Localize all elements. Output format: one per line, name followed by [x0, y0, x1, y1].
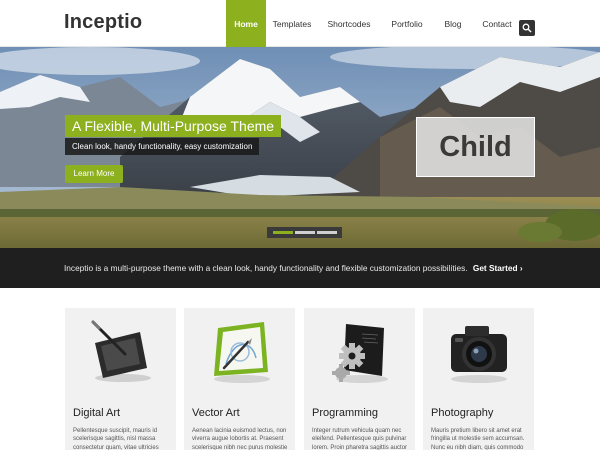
feature-text: Mauris pretium libero sit amet erat frin…: [431, 428, 525, 450]
nav-blog[interactable]: Blog: [434, 0, 472, 47]
camera-icon: [451, 326, 507, 383]
tagline-text: Inceptio is a multi-purpose theme with a…: [64, 263, 468, 273]
get-started-link[interactable]: Get Started ›: [473, 263, 523, 273]
drawing-tablet-icon: [91, 320, 151, 382]
hero-subtitle: Clean look, handy functionality, easy cu…: [65, 138, 260, 155]
nav-portfolio[interactable]: Portfolio: [380, 0, 434, 47]
feature-title: Photography: [431, 407, 494, 419]
site-logo[interactable]: Inceptio: [64, 11, 142, 34]
feature-card-vector-art[interactable]: Vector Art Aenean lacinia euismod lectus…: [184, 308, 295, 450]
nav-contact[interactable]: Contact: [472, 0, 522, 47]
site-header: Inceptio Home Templates Shortcodes Portf…: [0, 0, 600, 47]
slide-dot-1[interactable]: [272, 231, 293, 234]
search-button[interactable]: [519, 20, 535, 36]
main-nav: Home Templates Shortcodes Portfolio Blog…: [226, 0, 522, 47]
feature-card-digital-art[interactable]: Digital Art Pellentesque suscipit, mauri…: [65, 308, 176, 450]
tagline-bar: Inceptio is a multi-purpose theme with a…: [0, 248, 600, 288]
feature-text: Integer rutrum vehicula quam nec eleifen…: [312, 428, 408, 450]
vector-pen-icon: [214, 322, 270, 383]
learn-more-button[interactable]: Learn More: [65, 165, 123, 183]
nav-templates[interactable]: Templates: [266, 0, 318, 47]
feature-title: Programming: [312, 407, 379, 419]
feature-card-programming[interactable]: Programming Integer rutrum vehicula quam…: [304, 308, 415, 450]
search-icon: [522, 23, 532, 33]
hero-title: A Flexible, Multi-Purpose Theme: [65, 115, 282, 137]
slide-dot-2[interactable]: [294, 231, 315, 234]
feature-text: Aenean lacinia euismod lectus, non viver…: [192, 428, 288, 450]
hero-slider: A Flexible, Multi-Purpose Theme Clean lo…: [0, 47, 600, 248]
feature-title: Digital Art: [73, 407, 121, 419]
slide-dot-3[interactable]: [316, 231, 337, 234]
feature-text: Pellentesque suscipit, mauris id sceleri…: [73, 428, 159, 450]
feature-title: Vector Art: [192, 407, 240, 419]
child-badge: Child: [416, 117, 535, 177]
nav-shortcodes[interactable]: Shortcodes: [318, 0, 380, 47]
nav-home[interactable]: Home: [226, 0, 266, 47]
feature-card-photography[interactable]: Photography Mauris pretium libero sit am…: [423, 308, 534, 450]
slider-pagination: [267, 227, 342, 238]
tagline-text-wrap: Inceptio is a multi-purpose theme with a…: [64, 263, 523, 273]
gears-icon: [332, 324, 388, 383]
features-section: Digital Art Pellentesque suscipit, mauri…: [0, 288, 600, 450]
